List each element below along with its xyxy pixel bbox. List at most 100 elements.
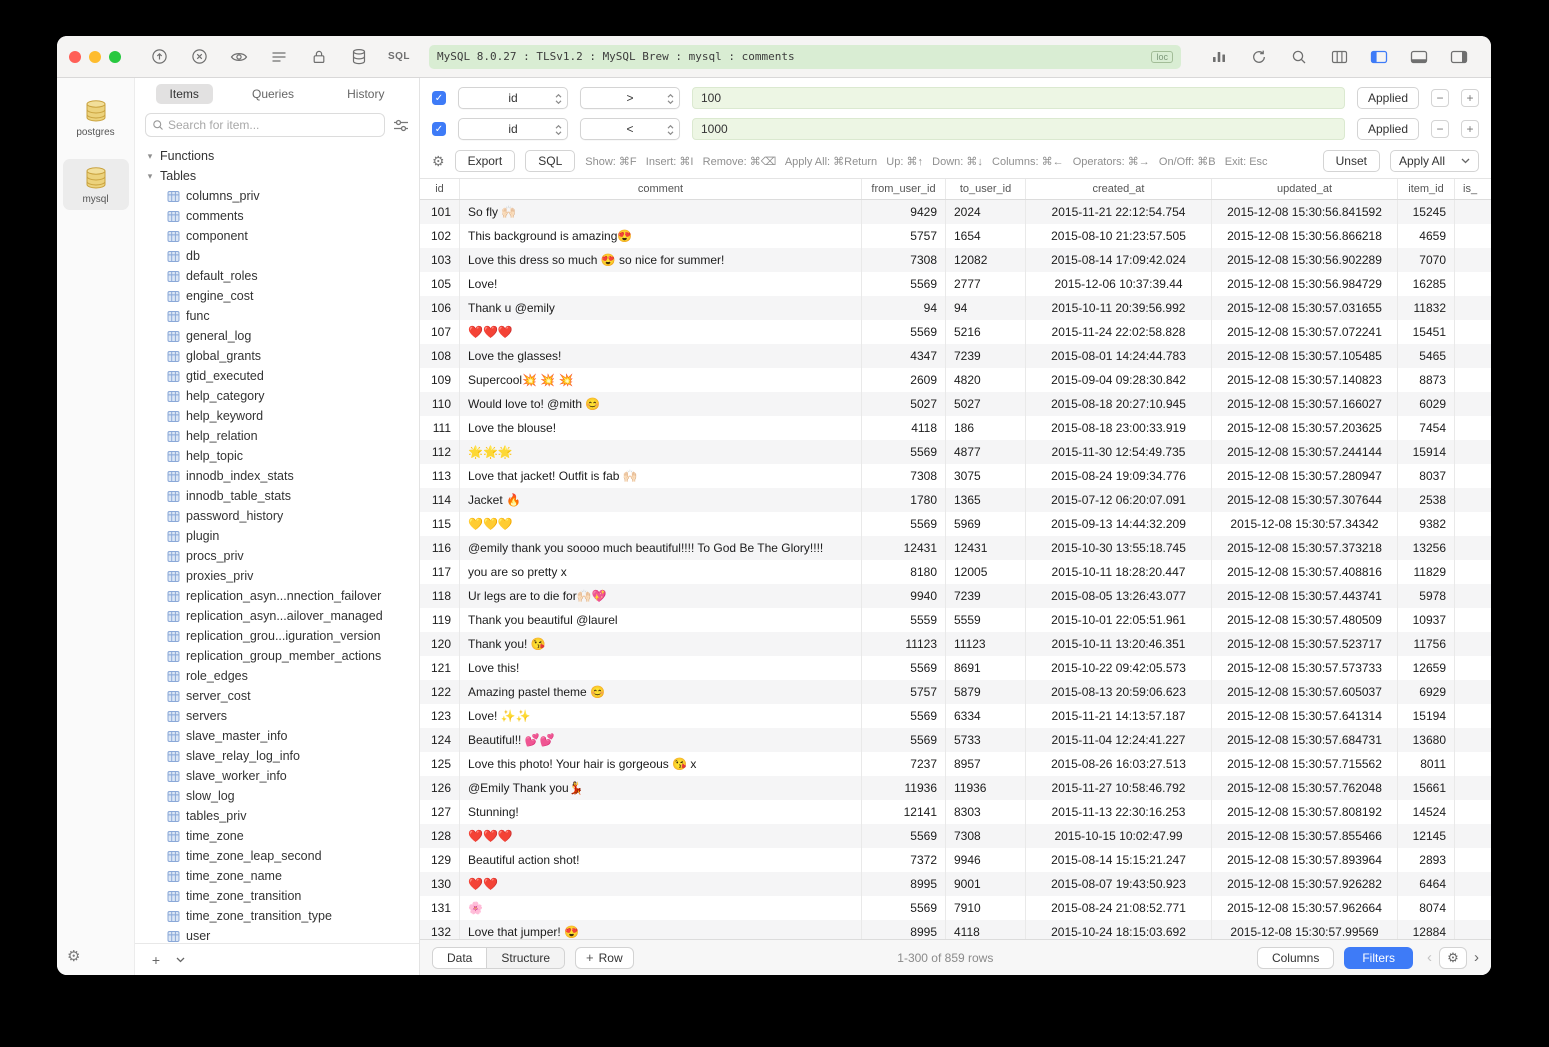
settings-gear-icon[interactable]: ⚙ [67, 947, 80, 965]
filter-checkbox[interactable]: ✓ [432, 91, 446, 105]
sidebar-table-item[interactable]: default_roles [145, 266, 419, 286]
table-row[interactable]: 119 Thank you beautiful @laurel 5559 555… [420, 608, 1491, 632]
column-header-id[interactable]: id [420, 179, 460, 199]
toggle-bottom-panel-icon[interactable] [1406, 44, 1432, 70]
sidebar-table-item[interactable]: time_zone_leap_second [145, 846, 419, 866]
sidebar-table-item[interactable]: columns_priv [145, 186, 419, 206]
table-row[interactable]: 101 So fly 🙌🏻 9429 2024 2015-11-21 22:12… [420, 200, 1491, 224]
table-row[interactable]: 130 ❤️❤️ 8995 9001 2015-08-07 19:43:50.9… [420, 872, 1491, 896]
sidebar-table-item[interactable]: help_relation [145, 426, 419, 446]
table-row[interactable]: 128 ❤️❤️❤️ 5569 7308 2015-10-15 10:02:47… [420, 824, 1491, 848]
sql-button[interactable]: SQL [525, 150, 575, 172]
sidebar-table-item[interactable]: innodb_index_stats [145, 466, 419, 486]
sidebar-table-item[interactable]: comments [145, 206, 419, 226]
sidebar-table-item[interactable]: replication_asyn...nnection_failover [145, 586, 419, 606]
chevron-right-icon[interactable]: › [1474, 950, 1479, 965]
column-header-to-user-id[interactable]: to_user_id [946, 179, 1026, 199]
sidebar-table-item[interactable]: proxies_priv [145, 566, 419, 586]
table-row[interactable]: 124 Beautiful!! 💕💕 5569 5733 2015-11-04 … [420, 728, 1491, 752]
search-input[interactable] [168, 118, 378, 132]
sidebar-table-item[interactable]: user [145, 926, 419, 943]
close-window-button[interactable] [69, 51, 81, 63]
functions-section[interactable]: ▾ Functions [145, 146, 419, 166]
disclosure-triangle-icon[interactable]: ▾ [145, 151, 155, 162]
sidebar-table-item[interactable]: help_keyword [145, 406, 419, 426]
zoom-window-button[interactable] [109, 51, 121, 63]
sidebar-table-item[interactable]: time_zone_transition [145, 886, 419, 906]
filter-settings-gear-icon[interactable]: ⚙ [432, 153, 445, 170]
sidebar-table-item[interactable]: help_topic [145, 446, 419, 466]
table-row[interactable]: 113 Love that jacket! Outfit is fab 🙌🏻 7… [420, 464, 1491, 488]
sidebar-table-item[interactable]: time_zone_name [145, 866, 419, 886]
apply-all-button[interactable]: Apply All [1390, 150, 1479, 172]
filters-button[interactable]: Filters [1344, 947, 1413, 969]
columns-button[interactable]: Columns [1257, 947, 1334, 969]
tab-history[interactable]: History [333, 84, 398, 104]
sidebar-table-item[interactable]: time_zone_transition_type [145, 906, 419, 926]
sidebar-table-item[interactable]: replication_group_member_actions [145, 646, 419, 666]
toggle-right-panel-icon[interactable] [1446, 44, 1472, 70]
search-icon[interactable] [1286, 44, 1312, 70]
sidebar-table-item[interactable]: gtid_executed [145, 366, 419, 386]
table-row[interactable]: 111 Love the blouse! 4118 186 2015-08-18… [420, 416, 1491, 440]
sql-editor-icon[interactable]: SQL [386, 44, 412, 70]
tab-structure[interactable]: Structure [486, 948, 564, 968]
grid-settings-button[interactable]: ⚙ [1439, 947, 1467, 969]
table-row[interactable]: 105 Love! 5569 2777 2015-12-06 10:37:39.… [420, 272, 1491, 296]
table-row[interactable]: 110 Would love to! @mith 😊 5027 5027 201… [420, 392, 1491, 416]
filter-options-icon[interactable] [393, 119, 409, 132]
column-header-created-at[interactable]: created_at [1026, 179, 1212, 199]
remove-filter-button[interactable]: − [1431, 89, 1449, 107]
lock-icon[interactable] [306, 44, 332, 70]
export-button[interactable]: Export [455, 150, 516, 172]
sidebar-table-item[interactable]: component [145, 226, 419, 246]
sidebar-table-item[interactable]: engine_cost [145, 286, 419, 306]
sidebar-table-item[interactable]: role_edges [145, 666, 419, 686]
sidebar-table-item[interactable]: slave_worker_info [145, 766, 419, 786]
table-row[interactable]: 102 This background is amazing😍 5757 165… [420, 224, 1491, 248]
add-item-menu-button[interactable] [169, 950, 191, 970]
filter-operator-select[interactable]: < [580, 118, 680, 140]
table-row[interactable]: 129 Beautiful action shot! 7372 9946 201… [420, 848, 1491, 872]
table-row[interactable]: 107 ❤️❤️❤️ 5569 5216 2015-11-24 22:02:58… [420, 320, 1491, 344]
filter-applied-button[interactable]: Applied [1357, 87, 1419, 109]
sidebar-table-item[interactable]: help_category [145, 386, 419, 406]
connection-icon[interactable] [146, 44, 172, 70]
tables-section[interactable]: ▾ Tables [145, 166, 419, 186]
table-row[interactable]: 131 🌸 5569 7910 2015-08-24 21:08:52.771 … [420, 896, 1491, 920]
chevron-left-icon[interactable]: ‹ [1427, 950, 1432, 965]
filter-value-input[interactable] [692, 118, 1345, 140]
table-row[interactable]: 115 💛💛💛 5569 5969 2015-09-13 14:44:32.20… [420, 512, 1491, 536]
table-row[interactable]: 114 Jacket 🔥 1780 1365 2015-07-12 06:20:… [420, 488, 1491, 512]
filter-checkbox[interactable]: ✓ [432, 122, 446, 136]
refresh-icon[interactable] [1246, 44, 1272, 70]
sidebar-table-item[interactable]: replication_grou...iguration_version [145, 626, 419, 646]
table-row[interactable]: 109 Supercool💥 💥 💥 2609 4820 2015-09-04 … [420, 368, 1491, 392]
sidebar-table-item[interactable]: slave_relay_log_info [145, 746, 419, 766]
table-row[interactable]: 125 Love this photo! Your hair is gorgeo… [420, 752, 1491, 776]
filter-column-select[interactable]: id [458, 118, 568, 140]
disconnect-icon[interactable] [186, 44, 212, 70]
sidebar-table-item[interactable]: password_history [145, 506, 419, 526]
add-filter-button[interactable]: + [1461, 120, 1479, 138]
table-row[interactable]: 103 Love this dress so much 😍 so nice fo… [420, 248, 1491, 272]
sidebar-table-item[interactable]: db [145, 246, 419, 266]
table-row[interactable]: 123 Love! ✨✨ 5569 6334 2015-11-21 14:13:… [420, 704, 1491, 728]
search-box[interactable] [145, 113, 385, 137]
toggle-left-panel-icon[interactable] [1366, 44, 1392, 70]
sidebar-table-item[interactable]: general_log [145, 326, 419, 346]
filter-operator-select[interactable]: > [580, 87, 680, 109]
column-header-is[interactable]: is_ [1455, 179, 1491, 199]
chart-icon[interactable] [1206, 44, 1232, 70]
preview-eye-icon[interactable] [226, 44, 252, 70]
add-row-button[interactable]: + Row [575, 947, 634, 969]
table-columns-icon[interactable] [1326, 44, 1352, 70]
table-row[interactable]: 132 Love that jumper! 😍 8995 4118 2015-1… [420, 920, 1491, 939]
sidebar-table-item[interactable]: procs_priv [145, 546, 419, 566]
column-header-from-user-id[interactable]: from_user_id [862, 179, 946, 199]
sidebar-table-item[interactable]: server_cost [145, 686, 419, 706]
sidebar-table-item[interactable]: time_zone [145, 826, 419, 846]
sidebar-table-item[interactable]: func [145, 306, 419, 326]
sidebar-table-item[interactable]: innodb_table_stats [145, 486, 419, 506]
disclosure-triangle-icon[interactable]: ▾ [145, 171, 155, 182]
